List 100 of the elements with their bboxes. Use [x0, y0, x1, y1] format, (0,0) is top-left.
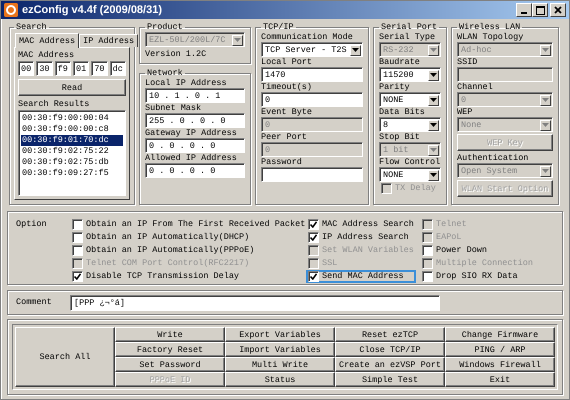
button[interactable]: Create an ezVSP Port — [335, 357, 445, 372]
caret-icon — [430, 98, 437, 102]
group-title: Serial Port — [380, 22, 438, 32]
checkbox[interactable] — [72, 271, 83, 282]
list-item[interactable]: 00:30:f9:00:00:c8 — [21, 124, 123, 135]
button[interactable]: Status — [225, 372, 335, 387]
checkbox-label: Telnet — [436, 219, 467, 230]
field-label: Event Byte — [261, 107, 314, 117]
button[interactable]: Simple Test — [335, 372, 445, 387]
field-label: Authentication — [457, 153, 530, 163]
dropdown[interactable]: TCP Server - T2S — [261, 42, 363, 57]
button[interactable]: Set Password — [115, 357, 225, 372]
list-item[interactable]: 00:30:f9:00:00:04 — [21, 113, 123, 124]
button[interactable]: Exit — [445, 372, 555, 387]
checkbox[interactable] — [308, 271, 319, 282]
field-label: Gateway IP Address — [145, 128, 238, 138]
button[interactable]: Export Variables — [225, 327, 335, 342]
dropdown[interactable]: 115200 — [379, 67, 441, 82]
caret-icon — [352, 48, 359, 52]
checkbox-label: Obtain an IP Automatically(PPPoE) — [86, 245, 254, 256]
input-field[interactable]: 70 — [91, 61, 108, 76]
field-label: Channel — [457, 82, 494, 92]
dropdown[interactable]: NONE — [379, 167, 441, 182]
button[interactable]: Windows Firewall — [445, 357, 555, 372]
group-title: Network — [146, 68, 184, 78]
field-label: Serial Type — [379, 32, 436, 42]
checkbox-label: EAPoL — [436, 232, 462, 243]
button[interactable]: Close TCP/IP — [335, 342, 445, 357]
checkbox[interactable] — [308, 219, 319, 230]
maximize-button[interactable] — [532, 3, 548, 17]
button[interactable]: Factory Reset — [115, 342, 225, 357]
button[interactable]: Write — [115, 327, 225, 342]
field-label: MAC Address — [18, 50, 76, 60]
caret-icon — [430, 73, 437, 77]
caret-icon — [234, 38, 241, 42]
list-item[interactable]: 00:30:f9:02:75:22 — [21, 146, 123, 157]
list-item[interactable]: 00:30:f9:01:70:dc — [21, 135, 123, 146]
list-item[interactable]: 00:30:f9:09:27:f5 — [21, 168, 123, 179]
checkbox[interactable] — [308, 232, 319, 243]
input-field[interactable]: 0 . 0 . 0 . 0 — [145, 163, 245, 178]
input-field[interactable]: f9 — [54, 61, 71, 76]
caret-icon — [542, 48, 549, 52]
field-label: Local IP Address — [145, 78, 228, 88]
field-label: Flow Control — [379, 157, 441, 167]
caret-icon — [430, 173, 437, 177]
input-field[interactable] — [261, 167, 363, 182]
checkbox[interactable] — [422, 271, 433, 282]
checkbox-label: IP Address Search — [322, 232, 409, 243]
group-title: Wireless LAN — [458, 22, 522, 32]
tab[interactable]: IP Address — [79, 34, 138, 47]
checkbox[interactable] — [72, 219, 83, 230]
checkbox-label: Drop SIO RX Data — [436, 271, 518, 282]
comment-field[interactable]: [PPP ¿¬°á] — [70, 294, 440, 310]
checkbox[interactable] — [422, 245, 433, 256]
input-field[interactable]: 1470 — [261, 67, 363, 82]
field-label: WEP — [457, 107, 474, 117]
minimize-button[interactable] — [516, 3, 532, 17]
input-field[interactable]: dc — [110, 61, 126, 76]
list-item[interactable]: 00:30:f9:02:75:db — [21, 157, 123, 168]
section-label: Option — [16, 218, 48, 231]
input-field[interactable]: 10 . 1 . 0 . 1 — [145, 88, 245, 103]
field-label: Local Port — [261, 57, 314, 67]
close-button[interactable] — [550, 3, 566, 17]
checkbox-label: Disable TCP Transmission Delay — [86, 271, 240, 282]
dropdown[interactable]: NONE — [379, 92, 441, 107]
checkbox-label: Set WLAN Variables — [322, 245, 414, 256]
group-title: Product — [146, 22, 184, 32]
checkbox-label: MAC Address Search — [322, 219, 414, 230]
input-field[interactable]: 01 — [72, 61, 90, 76]
field-label: Communication Mode — [261, 32, 354, 42]
checkbox[interactable] — [72, 232, 83, 243]
checkbox[interactable] — [72, 245, 83, 256]
button[interactable]: Multi Write — [225, 357, 335, 372]
button[interactable]: PING / ARP — [445, 342, 555, 357]
read-button[interactable]: Read — [18, 79, 126, 96]
input-field[interactable]: 00 — [18, 61, 34, 76]
input-field[interactable]: 255 . 0 . 0 . 0 — [145, 113, 245, 128]
button[interactable]: Reset ezTCP — [335, 327, 445, 342]
field-label: Baudrate — [379, 57, 421, 67]
tab[interactable]: MAC Address — [15, 33, 80, 48]
checkbox-label: Obtain an IP Automatically(DHCP) — [86, 232, 250, 243]
close-icon — [554, 6, 562, 14]
group-title: TCP/IP — [262, 22, 295, 32]
button[interactable]: Import Variables — [225, 342, 335, 357]
field-label: SSID — [457, 57, 478, 67]
dropdown[interactable]: 8 — [379, 117, 441, 132]
caret-icon — [542, 123, 549, 127]
checkbox-label: Multiple Connection — [436, 258, 533, 269]
input-field[interactable]: 0 . 0 . 0 . 0 — [145, 138, 245, 153]
caret-icon — [430, 48, 437, 52]
caret-icon — [542, 169, 549, 173]
button[interactable]: Change Firmware — [445, 327, 555, 342]
field-label: Subnet Mask — [145, 103, 202, 113]
field-label: Comment — [16, 296, 53, 309]
input-field[interactable]: 30 — [36, 61, 53, 76]
search-all-button[interactable]: Search All — [15, 327, 115, 387]
checkbox-label: TX Delay — [395, 183, 436, 194]
input-field[interactable]: 0 — [261, 92, 363, 107]
field-label: Search Results — [18, 99, 90, 109]
field-label: Timeout(s) — [261, 82, 314, 92]
